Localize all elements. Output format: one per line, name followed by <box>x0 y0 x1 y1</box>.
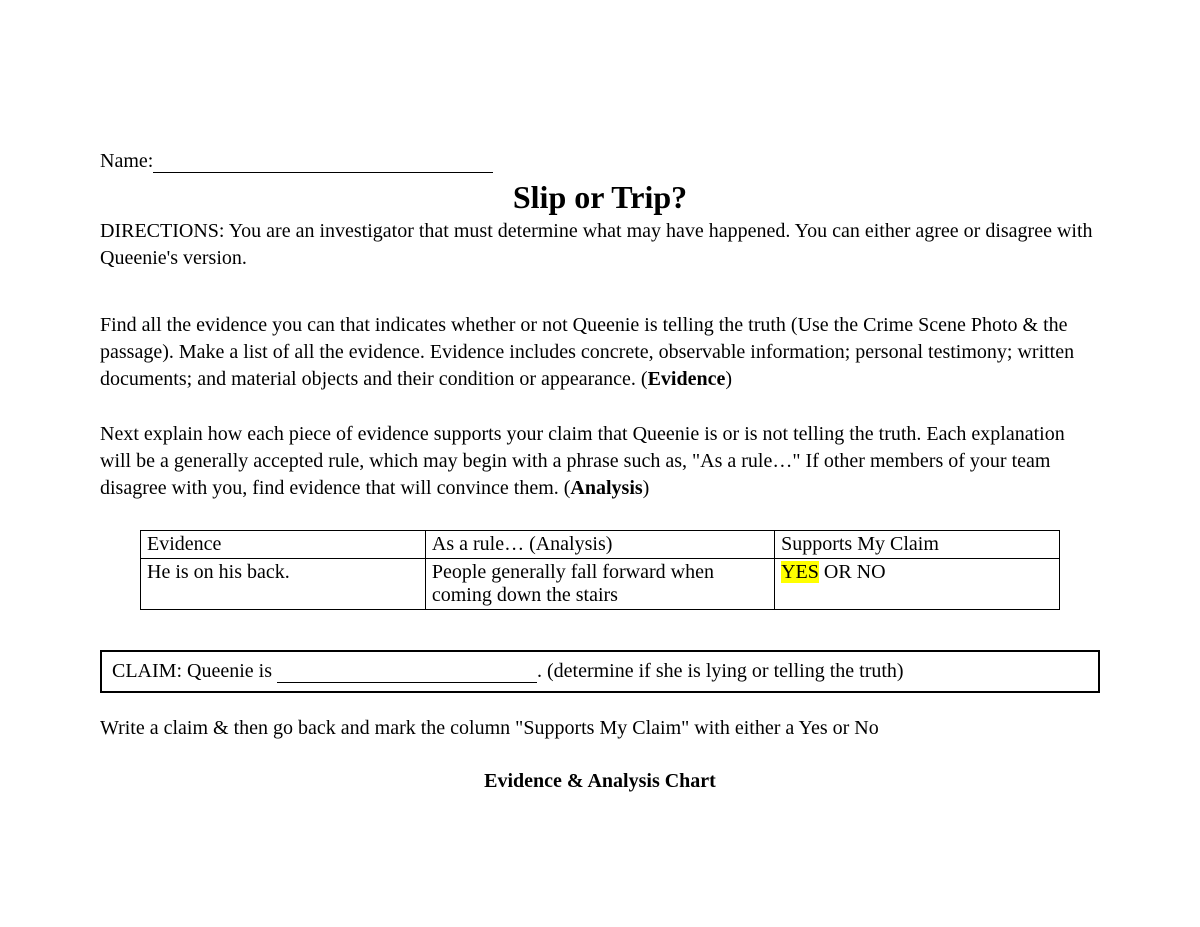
directions-label: DIRECTIONS: <box>100 220 224 242</box>
name-label: Name: <box>100 150 153 172</box>
cell-evidence: He is on his back. <box>141 559 426 610</box>
instruction-or: or <box>828 717 855 739</box>
evidence-table: Evidence As a rule… (Analysis) Supports … <box>140 530 1060 610</box>
table-row: He is on his back. People generally fall… <box>141 559 1060 610</box>
directions-paragraph: DIRECTIONS: You are an investigator that… <box>100 218 1100 272</box>
evidence-paragraph-post: ) <box>725 368 732 390</box>
evidence-bold: Evidence <box>648 368 726 390</box>
analysis-paragraph: Next explain how each piece of evidence … <box>100 421 1100 502</box>
cell-analysis: People generally fall forward when comin… <box>425 559 774 610</box>
claim-post: . (determine if she is lying or telling … <box>537 660 904 682</box>
instruction-no: No <box>854 717 878 739</box>
header-evidence: Evidence <box>141 531 426 559</box>
header-supports: Supports My Claim <box>775 531 1060 559</box>
supports-yes-highlight: YES <box>781 561 819 583</box>
table-header-row: Evidence As a rule… (Analysis) Supports … <box>141 531 1060 559</box>
instruction-yes: Yes <box>799 717 828 739</box>
name-blank <box>153 151 493 173</box>
instruction-paragraph: Write a claim & then go back and mark th… <box>100 717 1100 740</box>
page-title: Slip or Trip? <box>100 179 1100 216</box>
directions-text: You are an investigator that must determ… <box>100 220 1093 269</box>
document-page: Name: Slip or Trip? DIRECTIONS: You are … <box>0 0 1200 833</box>
claim-box: CLAIM: Queenie is . (determine if she is… <box>100 650 1100 693</box>
claim-blank <box>277 661 537 683</box>
cell-supports: YES OR NO <box>775 559 1060 610</box>
header-analysis: As a rule… (Analysis) <box>425 531 774 559</box>
instruction-pre: Write a claim & then go back and mark th… <box>100 717 799 739</box>
evidence-paragraph: Find all the evidence you can that indic… <box>100 312 1100 393</box>
analysis-paragraph-post: ) <box>643 477 650 499</box>
name-field: Name: <box>100 150 1100 173</box>
supports-rest: OR NO <box>819 561 886 583</box>
claim-label: CLAIM: Queenie is <box>112 660 277 682</box>
chart-heading: Evidence & Analysis Chart <box>100 770 1100 793</box>
analysis-bold: Analysis <box>570 477 642 499</box>
evidence-paragraph-pre: Find all the evidence you can that indic… <box>100 314 1074 390</box>
